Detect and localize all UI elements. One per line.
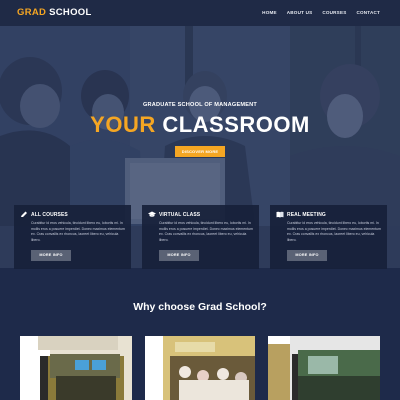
hero-title-your: YOUR xyxy=(90,112,156,137)
logo-text-grad: GRAD xyxy=(17,7,47,18)
feature-title: ALL COURSES xyxy=(31,211,68,218)
feature-card-real-meeting: REAL MEETING Curabitur id eros vehicula,… xyxy=(270,205,387,269)
nav-courses[interactable]: COURSES xyxy=(322,10,346,15)
feature-text: Curabitur id eros vehicula, tincidunt li… xyxy=(287,221,381,243)
more-info-button[interactable]: MORE INFO xyxy=(159,250,199,261)
photo-auditorium xyxy=(20,336,132,400)
hero-subtitle: GRADUATE SCHOOL OF MANAGEMENT xyxy=(142,102,258,108)
nav-contact[interactable]: CONTACT xyxy=(356,10,380,15)
discover-more-button[interactable]: DISCOVER MORE xyxy=(175,146,225,157)
feature-text: Curabitur id eros vehicula, tincidunt li… xyxy=(31,221,125,243)
feature-title: REAL MEETING xyxy=(287,211,326,218)
hero-title: YOUR CLASSROOM xyxy=(0,112,400,138)
site-header: GRAD SCHOOL HOME ABOUT US COURSES CONTAC… xyxy=(0,0,400,26)
feature-title: VIRTUAL CLASS xyxy=(159,211,201,218)
pencil-icon xyxy=(21,211,27,217)
photo-classroom xyxy=(145,336,255,400)
nav-about-us[interactable]: ABOUT US xyxy=(287,10,313,15)
feature-card-virtual-class: VIRTUAL CLASS Curabitur id eros vehicula… xyxy=(142,205,259,269)
hero-title-classroom: CLASSROOM xyxy=(155,112,310,137)
more-info-button[interactable]: MORE INFO xyxy=(287,250,327,261)
logo-text-school: SCHOOL xyxy=(46,7,92,18)
main-nav: HOME ABOUT US COURSES CONTACT xyxy=(262,10,380,15)
more-info-button[interactable]: MORE INFO xyxy=(31,250,71,261)
feature-card-all-courses: ALL COURSES Curabitur id eros vehicula, … xyxy=(14,205,131,269)
site-logo[interactable]: GRAD SCHOOL xyxy=(17,7,92,18)
why-section: Why choose Grad School? xyxy=(0,268,400,400)
section-title: Why choose Grad School? xyxy=(133,301,267,313)
photo-hall xyxy=(268,336,380,400)
graduation-cap-icon xyxy=(148,211,156,217)
nav-home[interactable]: HOME xyxy=(262,10,277,15)
feature-text: Curabitur id eros vehicula, tincidunt li… xyxy=(159,221,253,243)
book-icon xyxy=(276,211,284,218)
